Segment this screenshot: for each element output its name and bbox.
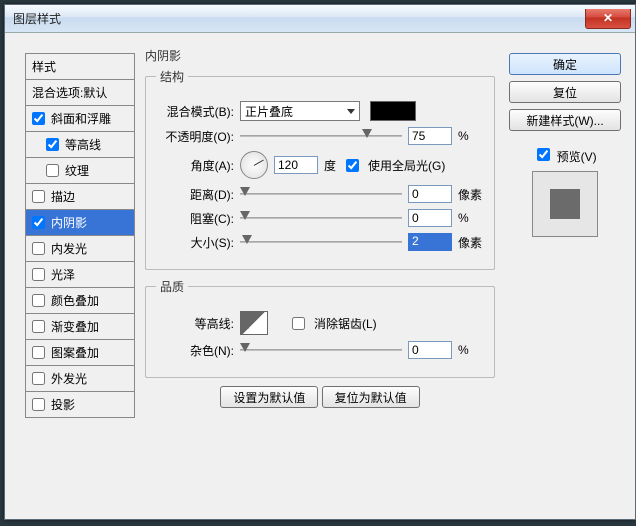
antialias-label: 消除锯齿(L) [314,315,377,332]
style-check-satin[interactable] [32,268,45,281]
style-row-outerglow[interactable]: 外发光 [25,366,135,392]
size-label: 大小(S): [156,234,234,251]
preview-check[interactable] [537,148,550,161]
style-list-header[interactable]: 样式 [25,53,135,80]
noise-label: 杂色(N): [156,342,234,359]
blendmode-label: 混合模式(B): [156,103,234,120]
style-row-innershadow[interactable]: 内阴影 [25,210,135,236]
global-light-check[interactable] [346,159,359,172]
window-title: 图层样式 [13,10,586,27]
distance-label: 距离(D): [156,186,234,203]
style-check-innerglow[interactable] [32,242,45,255]
set-default-button[interactable]: 设置为默认值 [220,386,318,408]
style-check-dropshadow[interactable] [32,398,45,411]
style-row-dropshadow[interactable]: 投影 [25,392,135,418]
size-input[interactable]: 2 [408,233,452,251]
style-row-coloroverlay[interactable]: 颜色叠加 [25,288,135,314]
style-row-patternoverlay[interactable]: 图案叠加 [25,340,135,366]
size-slider[interactable] [240,233,402,251]
opacity-label: 不透明度(O): [156,128,234,145]
preview-swatch [550,189,580,219]
style-row-bevel[interactable]: 斜面和浮雕 [25,106,135,132]
style-row-contour[interactable]: 等高线 [25,132,135,158]
panel-title: 内阴影 [145,47,495,64]
distance-input[interactable] [408,185,452,203]
contour-picker[interactable] [240,311,268,335]
size-unit: 像素 [458,234,484,251]
style-list: 样式 混合选项:默认 斜面和浮雕 等高线 纹理 描边 内阴影 内发光 光泽 颜色… [25,53,135,418]
style-check-patternoverlay[interactable] [32,346,45,359]
structure-legend: 结构 [156,68,188,85]
blendmode-value: 正片叠底 [245,103,293,120]
titlebar[interactable]: 图层样式 ✕ [5,5,635,33]
blend-options-row[interactable]: 混合选项:默认 [25,80,135,106]
new-style-button[interactable]: 新建样式(W)... [509,109,621,131]
global-light-label: 使用全局光(G) [368,157,445,174]
reset-default-button[interactable]: 复位为默认值 [322,386,420,408]
style-check-outerglow[interactable] [32,372,45,385]
antialias-check[interactable] [292,317,305,330]
quality-group: 品质 等高线: 消除锯齿(L) 杂色(N): % [145,278,495,378]
angle-input[interactable] [274,156,318,174]
style-check-innershadow[interactable] [32,216,45,229]
choke-input[interactable] [408,209,452,227]
style-check-coloroverlay[interactable] [32,294,45,307]
ok-button[interactable]: 确定 [509,53,621,75]
preview-box [532,171,598,237]
contour-label: 等高线: [156,315,234,332]
close-button[interactable]: ✕ [585,9,631,29]
noise-slider[interactable] [240,341,402,359]
style-row-gradientoverlay[interactable]: 渐变叠加 [25,314,135,340]
style-row-stroke[interactable]: 描边 [25,184,135,210]
style-row-innerglow[interactable]: 内发光 [25,236,135,262]
angle-label: 角度(A): [156,157,234,174]
quality-legend: 品质 [156,278,188,295]
right-column: 确定 复位 新建样式(W)... 预览(V) [509,53,621,237]
opacity-slider[interactable] [240,127,402,145]
structure-group: 结构 混合模式(B): 正片叠底 不透明度(O): % 角度(A [145,68,495,270]
chevron-down-icon [347,109,355,114]
layer-style-dialog: 图层样式 ✕ 样式 混合选项:默认 斜面和浮雕 等高线 纹理 描边 内阴影 内发… [4,4,636,520]
style-check-texture[interactable] [46,164,59,177]
style-check-stroke[interactable] [32,190,45,203]
style-row-satin[interactable]: 光泽 [25,262,135,288]
style-check-bevel[interactable] [32,112,45,125]
angle-unit: 度 [324,157,336,174]
angle-wheel[interactable] [240,151,268,179]
style-check-gradientoverlay[interactable] [32,320,45,333]
color-swatch[interactable] [370,101,416,121]
choke-label: 阻塞(C): [156,210,234,227]
opacity-input[interactable] [408,127,452,145]
style-check-contour[interactable] [46,138,59,151]
distance-slider[interactable] [240,185,402,203]
distance-unit: 像素 [458,186,484,203]
blendmode-combo[interactable]: 正片叠底 [240,101,360,121]
style-row-texture[interactable]: 纹理 [25,158,135,184]
cancel-button[interactable]: 复位 [509,81,621,103]
main-panel: 内阴影 结构 混合模式(B): 正片叠底 不透明度(O): % [145,47,495,408]
noise-unit: % [458,343,484,357]
choke-unit: % [458,211,484,225]
choke-slider[interactable] [240,209,402,227]
opacity-unit: % [458,129,484,143]
preview-label: 预览(V) [557,150,597,164]
noise-input[interactable] [408,341,452,359]
